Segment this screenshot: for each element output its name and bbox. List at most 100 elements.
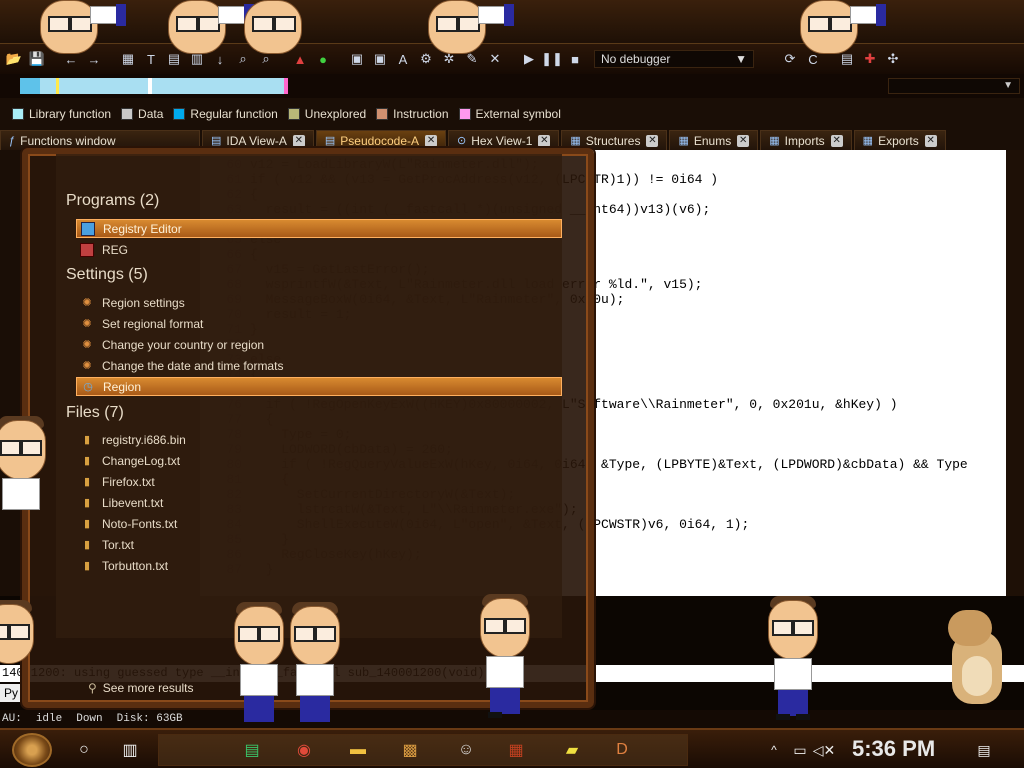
code-icon[interactable]: ▣ xyxy=(347,49,367,69)
nav-combo[interactable]: ▼ xyxy=(888,78,1020,94)
result-file[interactable]: ▮ Noto-Fonts.txt xyxy=(76,514,562,533)
status-direction: Down xyxy=(76,713,103,725)
see-more-results-link[interactable]: ⚲ See more results xyxy=(88,681,194,695)
file-icon: ▮ xyxy=(83,476,91,488)
search-people-icon: ⚲ xyxy=(88,681,97,695)
result-change-date-time[interactable]: ✺ Change the date and time formats xyxy=(76,356,562,375)
navigation-band[interactable] xyxy=(20,78,284,94)
result-file[interactable]: ▮ registry.i686.bin xyxy=(76,430,562,449)
debugger-select[interactable]: No debugger ▼ xyxy=(594,50,754,68)
result-set-regional-format[interactable]: ✺ Set regional format xyxy=(76,314,562,333)
tab-hex-view-1[interactable]: ⊙ Hex View-1 ✕ xyxy=(448,130,560,150)
result-region-settings[interactable]: ✺ Region settings xyxy=(76,293,562,312)
notification-icon[interactable]: ▤ xyxy=(970,736,998,764)
cartoon-figure-icon xyxy=(0,416,56,540)
ida-toolbar: 📂 💾 ← → ▦ T ▤ ▥ ↓ ⌕ ⌕ ▲ ● ▣ ▣ A ⚙ ✲ ✎ ✕ … xyxy=(0,44,1024,74)
close-icon[interactable]: ✕ xyxy=(737,134,750,147)
close-icon[interactable]: ✕ xyxy=(646,134,659,147)
tab-structures[interactable]: ▦ Structures ✕ xyxy=(561,130,668,150)
file-icon: ▮ xyxy=(83,497,91,509)
task-view-icon[interactable]: ▥ xyxy=(116,736,144,764)
portrait-app-icon[interactable]: ☺ xyxy=(452,736,480,764)
attach-icon[interactable]: ⟳ xyxy=(780,49,800,69)
enums-icon: ▦ xyxy=(678,135,689,147)
puzzle-icon[interactable]: ✣ xyxy=(883,49,903,69)
file-icon: ▮ xyxy=(83,518,91,530)
nav-external-marker xyxy=(284,78,288,94)
file-icon: ▮ xyxy=(83,560,91,572)
file-explorer-icon[interactable]: ▬ xyxy=(344,736,372,764)
cartoon-head-icon xyxy=(40,0,126,56)
close-icon[interactable]: ✕ xyxy=(924,134,937,147)
de-app-icon[interactable]: D xyxy=(608,736,636,764)
notes-app-icon[interactable]: ▤ xyxy=(238,736,266,764)
hamster-icon xyxy=(942,610,1012,706)
legend-regular-function: Regular function xyxy=(173,107,278,121)
volume-muted-icon[interactable]: ◁✕ xyxy=(810,736,838,764)
tab-enums[interactable]: ▦ Enums ✕ xyxy=(669,130,759,150)
status-au: AU: xyxy=(2,713,22,725)
tab-exports[interactable]: ▦ Exports ✕ xyxy=(853,130,946,150)
gear-icon: ✺ xyxy=(82,360,92,372)
legend-external-symbol: External symbol xyxy=(458,107,561,121)
gear-icon: ✺ xyxy=(82,297,92,309)
cartoon-figure-icon xyxy=(470,594,540,726)
navigation-band-container xyxy=(0,74,1024,98)
play-icon[interactable]: ▶ xyxy=(519,49,539,69)
grid-icon[interactable]: ▦ xyxy=(118,49,138,69)
cartoon-head-icon xyxy=(800,0,886,56)
run-check-icon[interactable]: ● xyxy=(313,49,333,69)
gear-icon: ✺ xyxy=(82,318,92,330)
result-region[interactable]: ◷ Region xyxy=(76,377,562,396)
registry-icon xyxy=(81,221,95,236)
hex-icon: ⊙ xyxy=(457,135,467,147)
cartoon-head-icon xyxy=(168,0,254,56)
cartoon-figure-icon xyxy=(758,596,828,726)
legend-unexplored: Unexplored xyxy=(287,107,366,121)
result-registry-editor[interactable]: Registry Editor xyxy=(76,219,562,238)
result-change-country[interactable]: ✺ Change your country or region xyxy=(76,335,562,354)
sticky-notes-icon[interactable]: ▰ xyxy=(558,736,586,764)
result-file[interactable]: ▮ Tor.txt xyxy=(76,535,562,554)
clock[interactable]: 5:36 PM xyxy=(852,736,935,762)
tab-ida-view-a[interactable]: ▤ IDA View-A ✕ xyxy=(202,130,314,150)
close-icon[interactable]: ✕ xyxy=(425,134,438,147)
close-icon[interactable]: ✕ xyxy=(292,134,305,147)
globe-clock-icon: ◷ xyxy=(83,381,93,393)
calendar-app-icon[interactable]: ▦ xyxy=(502,736,530,764)
close-icon[interactable]: ✕ xyxy=(538,134,551,147)
tab-bar: ƒ Functions window ▤ IDA View-A ✕ ▤ Pseudoco… xyxy=(0,128,1024,150)
result-file[interactable]: ▮ Torbutton.txt xyxy=(76,556,562,575)
text-icon[interactable]: T xyxy=(141,49,161,69)
file-icon: ▮ xyxy=(83,455,91,467)
chrome-icon[interactable]: ◉ xyxy=(290,736,318,764)
ascii-icon[interactable]: A xyxy=(393,49,413,69)
start-button[interactable] xyxy=(12,733,52,767)
status-disk: Disk: 63GB xyxy=(116,713,183,725)
nav-cursor xyxy=(56,78,59,94)
functions-icon: ƒ xyxy=(9,134,16,147)
tab-imports[interactable]: ▦ Imports ✕ xyxy=(760,130,852,150)
exports-icon: ▦ xyxy=(862,135,874,147)
search-circle-icon[interactable]: ○ xyxy=(70,736,98,764)
result-file[interactable]: ▮ Firefox.txt xyxy=(76,472,562,491)
close-icon[interactable]: ✕ xyxy=(830,134,843,147)
result-reg[interactable]: REG xyxy=(76,240,562,259)
open-icon[interactable]: 📂 xyxy=(4,49,24,69)
pause-icon[interactable]: ❚❚ xyxy=(541,49,563,69)
data-icon[interactable]: ▣ xyxy=(370,49,390,69)
stop-icon[interactable]: ■ xyxy=(565,49,585,69)
legend-library-function: Library function xyxy=(12,107,111,121)
cartoon-figure-icon xyxy=(0,600,44,704)
scrollbar[interactable] xyxy=(1006,150,1024,596)
game-app-icon[interactable]: ▩ xyxy=(396,736,424,764)
result-file[interactable]: ▮ Libevent.txt xyxy=(76,493,562,512)
chevron-up-icon[interactable]: ^ xyxy=(760,736,788,764)
cartoon-figure-icon xyxy=(280,602,350,726)
tab-functions-window[interactable]: ƒ Functions window xyxy=(0,130,200,150)
settings-header: Settings (5) xyxy=(66,266,148,283)
legend-instruction: Instruction xyxy=(376,107,449,121)
result-file[interactable]: ▮ ChangeLog.txt xyxy=(76,451,562,470)
structures-icon: ▦ xyxy=(570,135,581,147)
tab-pseudocode-a[interactable]: ▤ Pseudocode-A ✕ xyxy=(315,130,447,150)
